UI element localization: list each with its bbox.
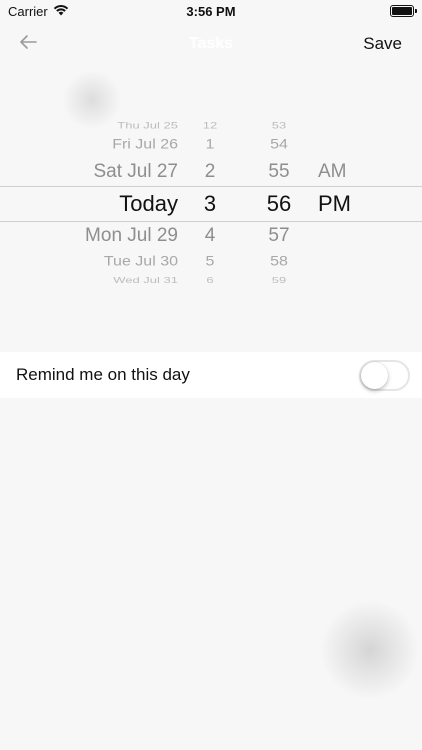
picker-ampm-column[interactable]: AM PM bbox=[318, 110, 368, 296]
picker-date-option[interactable]: Tue Jul 30 bbox=[20, 254, 178, 270]
picker-minute-option[interactable]: 54 bbox=[256, 137, 302, 153]
decorative-blur bbox=[320, 600, 420, 700]
picker-date-selected[interactable]: Today bbox=[20, 191, 178, 217]
picker-minute-option[interactable]: 59 bbox=[256, 276, 302, 285]
status-time: 3:56 PM bbox=[186, 3, 236, 19]
picker-minute-option[interactable]: 55 bbox=[256, 161, 302, 183]
picker-am-option[interactable]: AM bbox=[318, 161, 368, 183]
reminder-row: Remind me on this day bbox=[0, 352, 422, 398]
picker-date-option[interactable]: Thu Jul 25 bbox=[20, 120, 178, 131]
battery-fill bbox=[392, 7, 412, 15]
picker-minute-option[interactable]: 58 bbox=[256, 254, 302, 270]
battery-icon bbox=[390, 5, 417, 17]
save-button[interactable]: Save bbox=[363, 34, 402, 54]
picker-hour-option[interactable]: 2 bbox=[190, 161, 230, 183]
picker-date-column[interactable]: Thu Jul 25 Fri Jul 26 Sat Jul 27 Today M… bbox=[20, 110, 178, 296]
picker-hour-option[interactable]: 6 bbox=[190, 276, 230, 285]
picker-date-option[interactable]: Sat Jul 27 bbox=[20, 161, 179, 183]
toggle-knob bbox=[361, 361, 388, 389]
picker-date-option[interactable]: Mon Jul 29 bbox=[20, 225, 178, 247]
picker-date-option[interactable]: Wed Jul 31 bbox=[20, 276, 178, 285]
picker-hour-option[interactable]: 1 bbox=[190, 137, 230, 153]
back-button[interactable] bbox=[16, 32, 40, 56]
nav-title: Tasks bbox=[188, 35, 234, 52]
picker-minute-column[interactable]: 53 54 55 56 57 58 59 bbox=[256, 110, 302, 296]
nav-bar: Tasks Save bbox=[0, 22, 422, 66]
status-bar: Carrier 3:56 PM bbox=[0, 0, 422, 22]
picker-hour-option[interactable]: 5 bbox=[190, 254, 230, 270]
picker-minute-option[interactable]: 57 bbox=[256, 225, 302, 247]
picker-hour-column[interactable]: 12 1 2 3 4 5 6 bbox=[190, 110, 230, 296]
picker-hour-selected[interactable]: 3 bbox=[190, 191, 230, 217]
picker-minute-option[interactable]: 53 bbox=[256, 120, 302, 131]
picker-hour-option[interactable]: 12 bbox=[190, 120, 230, 131]
picker-hour-option[interactable]: 4 bbox=[190, 225, 230, 247]
date-time-picker[interactable]: Thu Jul 25 Fri Jul 26 Sat Jul 27 Today M… bbox=[0, 110, 422, 296]
picker-date-option[interactable]: Fri Jul 26 bbox=[20, 137, 178, 153]
picker-pm-selected[interactable]: PM bbox=[318, 191, 368, 217]
back-arrow-icon bbox=[18, 34, 38, 55]
picker-minute-selected[interactable]: 56 bbox=[256, 191, 302, 217]
reminder-toggle[interactable] bbox=[359, 359, 410, 391]
reminder-label: Remind me on this day bbox=[16, 365, 190, 384]
